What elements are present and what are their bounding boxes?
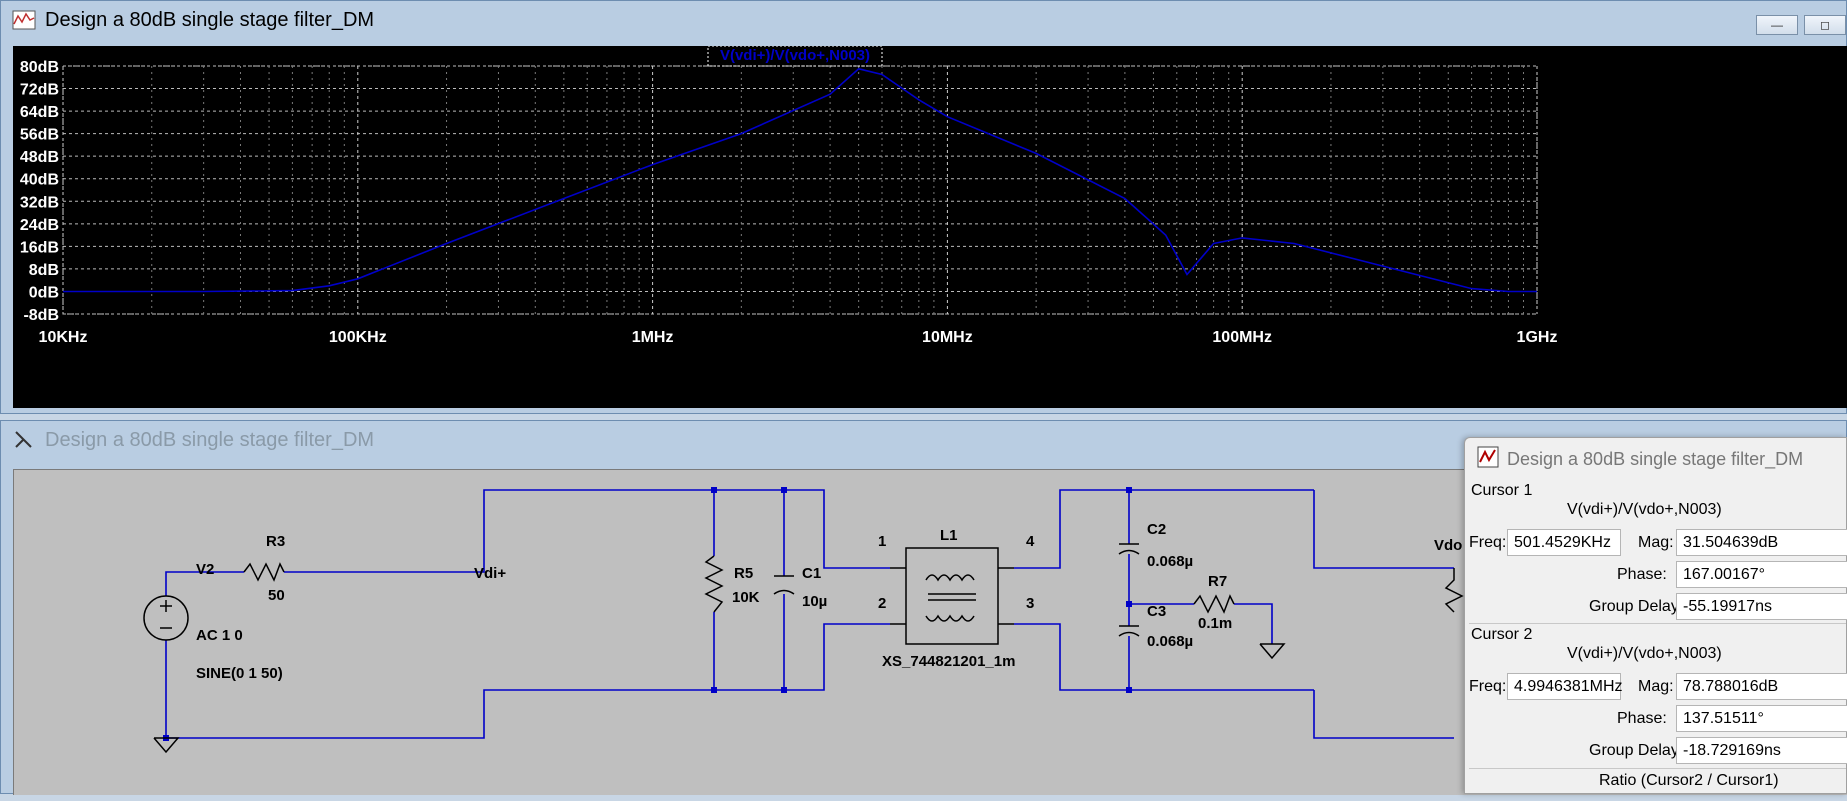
ac-spec: AC 1 0: [196, 627, 243, 644]
cursor-window-title: Design a 80dB single stage filter_DM: [1507, 448, 1804, 469]
cursor-1-group-delay-label: Group Delay:: [1589, 598, 1684, 615]
cursor-1-mag-label: Mag:: [1638, 534, 1674, 551]
cursor-1-freq-label: Freq:: [1469, 534, 1507, 551]
cursor-1-phase-label: Phase:: [1617, 566, 1667, 583]
cursor-2-heading: Cursor 2: [1471, 626, 1533, 643]
cursor-1-freq-field[interactable]: 501.4529KHz: [1507, 529, 1621, 556]
y-tick-label: 8dB: [29, 262, 59, 279]
x-tick-label: 100KHz: [329, 329, 387, 346]
pin-3-label: 3: [1026, 595, 1034, 612]
cursor-1-group-delay-field[interactable]: -55.19917ns: [1676, 593, 1847, 620]
y-tick-label: 56dB: [20, 127, 59, 144]
cursor-1-phase-field[interactable]: 167.00167°: [1676, 561, 1847, 588]
cursor-2-freq-label: Freq:: [1469, 678, 1507, 695]
plot-border: [62, 65, 1538, 315]
cursor-2-mag-label: Mag:: [1638, 678, 1674, 695]
divider: [1469, 768, 1846, 769]
cursor-window-titlebar[interactable]: Design a 80dB single stage filter_DM: [1465, 438, 1846, 480]
x-tick-label: 10KHz: [39, 329, 88, 346]
waveform-icon: [11, 9, 37, 31]
y-tick-label: 72dB: [20, 82, 59, 99]
cursor-1-expression: V(vdi+)/V(vdo+,N003): [1567, 501, 1722, 518]
cursor-2-phase-field[interactable]: 137.51511°: [1676, 705, 1847, 732]
x-tick-label: 100MHz: [1212, 329, 1272, 346]
y-tick-label: -8dB: [23, 307, 59, 324]
x-tick-label: 1MHz: [632, 329, 674, 346]
cursor-1-mag-field[interactable]: 31.504639dB: [1676, 529, 1847, 556]
cursor-2-group-delay-label: Group Delay:: [1589, 742, 1684, 759]
sine-spec: SINE(0 1 50): [196, 665, 283, 682]
r5-value: 10K: [732, 589, 760, 606]
x-tick-label: 10MHz: [922, 329, 973, 346]
y-tick-label: 48dB: [20, 149, 59, 166]
y-tick-label: 40dB: [20, 172, 59, 189]
plot-pane[interactable]: 80dB 72dB 64dB 56dB 48dB 40dB 32dB 24dB 16dB 8dB 0…: [13, 45, 1847, 408]
maximize-button[interactable]: ◻: [1804, 15, 1846, 35]
c3-value: 0.068µ: [1147, 633, 1193, 650]
ground-icon: [1259, 643, 1286, 660]
c1-value: 10µ: [802, 593, 827, 610]
r3-value: 50: [268, 587, 285, 604]
window-controls: — ◻: [1756, 15, 1846, 35]
net-vdo-label: Vdo: [1434, 537, 1462, 554]
cursor-2-group-delay-field[interactable]: -18.729169ns: [1676, 737, 1847, 764]
bode-chart[interactable]: 80dB 72dB 64dB 56dB 48dB 40dB 32dB 24dB 16dB 8dB 0…: [13, 45, 1847, 408]
trace-label[interactable]: V(vdi+)/V(vdo+,N003): [720, 47, 870, 64]
plot-window: Design a 80dB single stage filter_DM — ◻…: [0, 0, 1847, 414]
r3-label: R3: [266, 533, 285, 550]
cursor-2-phase-label: Phase:: [1617, 710, 1667, 727]
c2-value: 0.068µ: [1147, 553, 1193, 570]
pin-4-label: 4: [1026, 533, 1035, 550]
divider: [1469, 623, 1846, 624]
ltspice-logo-icon: [1477, 446, 1499, 473]
ratio-heading: Ratio (Cursor2 / Cursor1): [1599, 772, 1779, 789]
v2-label: V2: [196, 561, 214, 578]
cursor-2-freq-field[interactable]: 4.9946381MHz: [1507, 673, 1623, 700]
c3-label: C3: [1147, 603, 1166, 620]
trace-line: [63, 67, 1537, 293]
schematic-icon: [11, 429, 37, 451]
y-tick-label: 80dB: [20, 59, 59, 76]
schematic-window-title: Design a 80dB single stage filter_DM: [45, 428, 375, 451]
x-tick-label: 1GHz: [1517, 329, 1558, 346]
resistor-r3-icon[interactable]: [243, 562, 285, 582]
transformer-l1-icon[interactable]: [905, 547, 999, 645]
pin-1-label: 1: [878, 533, 886, 550]
c2-label: C2: [1147, 521, 1166, 538]
r7-value: 0.1m: [1198, 615, 1232, 632]
xs-part-label: XS_744821201_1m: [882, 653, 1015, 670]
l1-label: L1: [940, 527, 958, 544]
plot-window-titlebar[interactable]: Design a 80dB single stage filter_DM: [1, 1, 1846, 39]
c1-label: C1: [802, 565, 821, 582]
cursor-readout-window[interactable]: Design a 80dB single stage filter_DM Cur…: [1464, 437, 1847, 794]
y-tick-label: 0dB: [29, 284, 59, 301]
cursor-1-heading: Cursor 1: [1471, 482, 1533, 499]
minimize-button[interactable]: —: [1756, 15, 1798, 35]
pin-2-label: 2: [878, 595, 886, 612]
y-tick-label: 32dB: [20, 194, 59, 211]
r7-label: R7: [1208, 573, 1227, 590]
cursor-2-expression: V(vdi+)/V(vdo+,N003): [1567, 645, 1722, 662]
y-tick-label: 64dB: [20, 104, 59, 121]
y-tick-label: 16dB: [20, 239, 59, 256]
cursor-2-mag-field[interactable]: 78.788016dB: [1676, 673, 1847, 700]
plot-window-title: Design a 80dB single stage filter_DM: [45, 8, 375, 31]
resistor-r5-icon[interactable]: [704, 555, 724, 613]
resistor-r7-icon[interactable]: [1193, 594, 1235, 614]
y-tick-label: 24dB: [20, 217, 59, 234]
r5-label: R5: [734, 565, 753, 582]
net-vdi-label: Vdi+: [474, 565, 506, 582]
